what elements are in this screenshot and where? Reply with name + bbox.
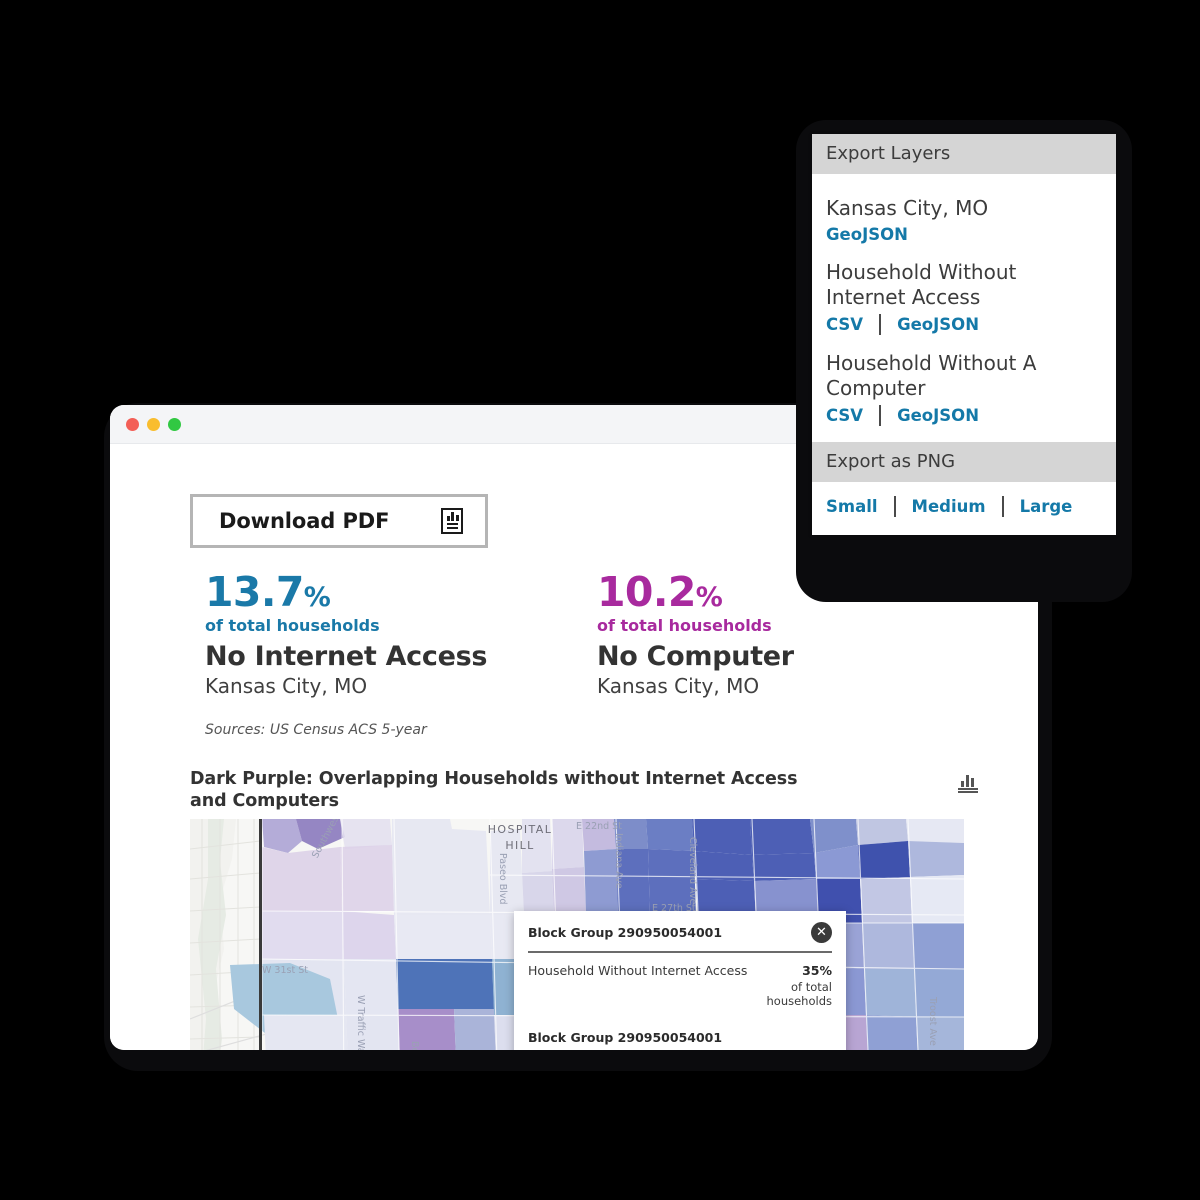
export-png-small[interactable]: Small (826, 497, 878, 516)
street-label: Troost Ave (927, 997, 938, 1046)
stat-metric-name: No Internet Access (205, 641, 488, 672)
export-csv-link[interactable]: CSV (826, 406, 863, 425)
stat-subtitle: of total households (597, 616, 772, 635)
export-png-sizes: Small Medium Large (812, 481, 1116, 535)
street-label: Indiana Ave (613, 833, 624, 889)
link-divider (879, 404, 882, 426)
minimize-window-button[interactable] (147, 418, 160, 431)
map-feature-popup[interactable]: Block Group 290950054001 ✕ Household Wit… (514, 911, 846, 1050)
export-layer-no-internet: Household Without Internet Access CSV Ge… (826, 244, 1102, 336)
document-chart-icon (441, 508, 463, 534)
stat-number: 13.7 (205, 568, 304, 616)
street-label: Paseo Blvd (497, 853, 508, 905)
map-title: Dark Purple: Overlapping Households with… (190, 769, 798, 811)
download-pdf-button[interactable]: Download PDF (190, 494, 488, 548)
popup-header: Block Group 290950054001 (528, 1030, 832, 1050)
download-pdf-label: Download PDF (219, 509, 390, 533)
link-divider (879, 314, 882, 336)
stat-metric-name: No Computer (597, 641, 794, 672)
screenshot-root: Download PDF 13.7% of total households N… (0, 0, 1200, 1200)
link-divider (893, 495, 896, 517)
popup-section-computer: Block Group 290950054001 Household Witho… (514, 1019, 846, 1050)
export-layers-body: Kansas City, MO GeoJSON Household Withou… (812, 174, 1116, 442)
street-label: W 31st St (262, 965, 308, 976)
stat-place: Kansas City, MO (597, 673, 760, 698)
stat-place: Kansas City, MO (205, 673, 368, 698)
sources-note: Sources: US Census ACS 5-year (205, 722, 427, 738)
stat-subtitle: of total households (205, 616, 380, 635)
export-layer-links: CSV GeoJSON (826, 404, 1102, 426)
street-label: W Traffic Way (355, 995, 366, 1050)
export-png-header: Export as PNG (812, 441, 1116, 482)
popup-row-value: 35% (802, 963, 832, 978)
popup-title: Block Group 290950054001 (528, 925, 723, 940)
stat-no-internet-access: 13.7% of total households No Internet Ac… (205, 572, 597, 698)
street-label: Benton Blvd (409, 1041, 420, 1050)
maximize-window-button[interactable] (168, 418, 181, 431)
export-layer-kansas-city: Kansas City, MO GeoJSON (826, 180, 1102, 244)
map-label-hospital: HOSPITAL (487, 823, 553, 836)
export-layer-links: CSV GeoJSON (826, 314, 1102, 336)
export-csv-link[interactable]: CSV (826, 315, 863, 334)
popup-header: Block Group 290950054001 ✕ (528, 922, 832, 951)
link-divider (1001, 495, 1004, 517)
stat-number: 10.2 (597, 568, 696, 616)
popup-row-label: Household Without Internet Access (528, 963, 748, 978)
bar-chart-icon[interactable] (958, 773, 980, 793)
popup-data-row: Household Without Internet Access 35% (528, 953, 832, 978)
popup-unit-line1: of total (790, 980, 832, 994)
popup-section-internet: Block Group 290950054001 ✕ Household Wit… (514, 911, 846, 1019)
stat-percent-sign: % (303, 582, 331, 613)
export-layers-header: Export Layers (812, 134, 1116, 174)
map-title-row: Dark Purple: Overlapping Households with… (190, 769, 980, 813)
export-layer-name: Household Without A Computer (826, 351, 1037, 400)
popup-unit-line2: households (766, 994, 833, 1009)
export-png-large[interactable]: Large (1020, 497, 1073, 516)
close-icon[interactable]: ✕ (811, 922, 832, 943)
export-layer-name: Household Without Internet Access (826, 260, 1017, 309)
street-label: Cleveland Ave (687, 837, 698, 905)
close-window-button[interactable] (126, 418, 139, 431)
export-png-medium[interactable]: Medium (912, 497, 986, 516)
export-layer-no-computer: Household Without A Computer CSV GeoJSON (826, 335, 1102, 426)
export-layers-panel: Export Layers Kansas City, MO GeoJSON Ho… (812, 134, 1116, 535)
map-label-hill: HILL (505, 839, 535, 852)
export-layer-name: Kansas City, MO (826, 196, 989, 220)
export-geojson-link[interactable]: GeoJSON (826, 225, 908, 244)
stat-percent-sign: % (695, 582, 723, 613)
window-controls (126, 418, 181, 431)
export-layer-links: GeoJSON (826, 225, 1102, 244)
street-label: E 22nd St (576, 821, 622, 832)
popup-title: Block Group 290950054001 (528, 1029, 723, 1045)
stat-value: 13.7% (205, 572, 597, 613)
export-geojson-link[interactable]: GeoJSON (897, 315, 979, 334)
export-geojson-link[interactable]: GeoJSON (897, 406, 979, 425)
popup-row-unit: of total households (528, 980, 833, 1019)
